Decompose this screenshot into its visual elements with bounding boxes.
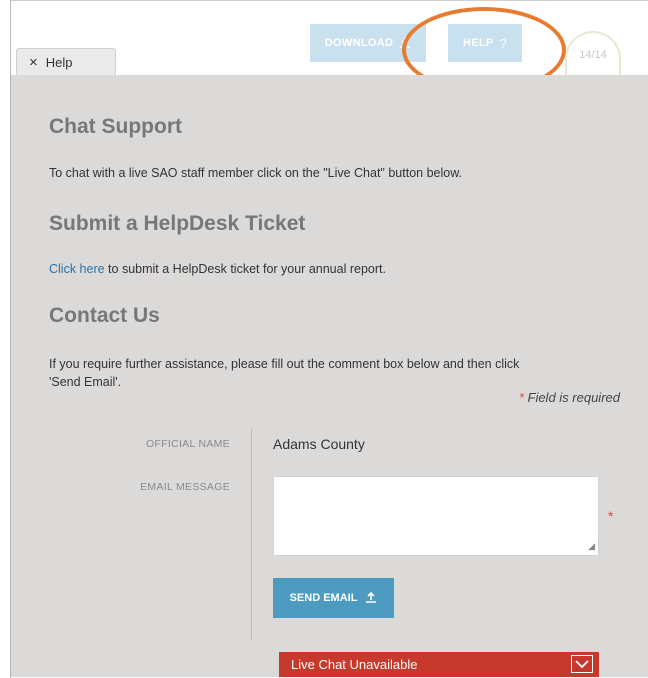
official-name-value: Adams County bbox=[273, 436, 365, 452]
contact-heading: Contact Us bbox=[49, 304, 160, 327]
contact-text-line2: 'Send Email'. bbox=[49, 375, 122, 389]
contact-text-line1: If you require further assistance, pleas… bbox=[49, 357, 520, 371]
resize-handle-icon[interactable]: ◢ bbox=[588, 541, 595, 552]
helpdesk-text: Click here to submit a HelpDesk ticket f… bbox=[49, 262, 386, 276]
official-name-label: OFFICIAL NAME bbox=[145, 438, 230, 450]
helpdesk-text-rest: to submit a HelpDesk ticket for your ann… bbox=[104, 262, 386, 276]
tab-help[interactable]: × Help bbox=[16, 48, 116, 76]
form-divider bbox=[251, 428, 252, 640]
helpdesk-heading: Submit a HelpDesk Ticket bbox=[49, 212, 306, 235]
helpdesk-link[interactable]: Click here bbox=[49, 262, 105, 276]
tab-help-label: Help bbox=[45, 55, 73, 70]
live-chat-label: Live Chat Unavailable bbox=[291, 657, 418, 672]
email-message-textarea[interactable]: ◢ bbox=[273, 476, 599, 556]
send-email-button[interactable]: SEND EMAIL bbox=[273, 578, 394, 618]
chat-support-heading: Chat Support bbox=[49, 115, 182, 138]
required-text: Field is required bbox=[523, 390, 621, 405]
close-icon[interactable]: × bbox=[29, 54, 38, 71]
send-email-label: SEND EMAIL bbox=[289, 592, 358, 604]
upload-icon bbox=[365, 591, 377, 606]
email-message-label: EMAIL MESSAGE bbox=[140, 481, 230, 493]
chevron-down-icon[interactable] bbox=[571, 655, 593, 673]
download-label: DOWNLOAD bbox=[324, 37, 394, 49]
required-note: * Field is required bbox=[519, 390, 620, 405]
progress-indicator: 14/14 bbox=[565, 31, 621, 77]
live-chat-bar[interactable]: Live Chat Unavailable bbox=[279, 652, 599, 677]
chat-support-text: To chat with a live SAO staff member cli… bbox=[49, 166, 463, 180]
progress-text: 14/14 bbox=[579, 49, 607, 61]
email-required-marker: * bbox=[608, 508, 614, 524]
